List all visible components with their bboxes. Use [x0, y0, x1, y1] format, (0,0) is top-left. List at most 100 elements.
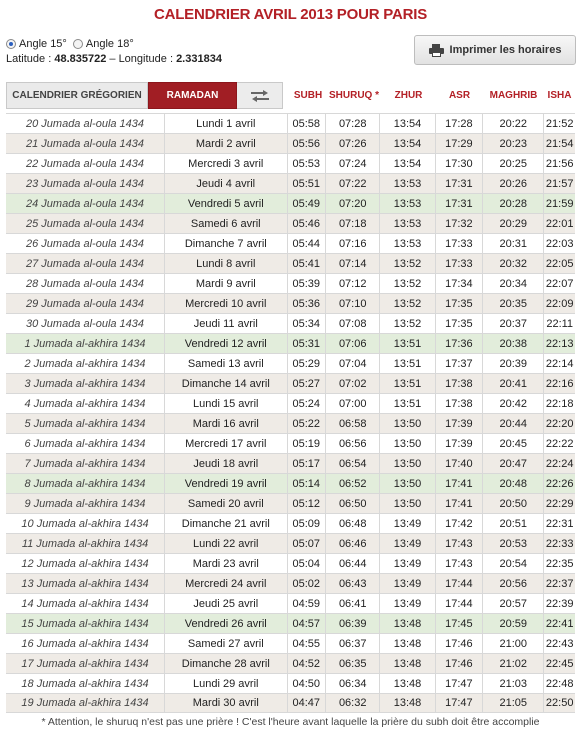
angle-18-radio[interactable]	[72, 39, 83, 49]
zhur-time: 13:54	[379, 114, 434, 133]
gregorian-date: Vendredi 12 avril	[164, 334, 286, 353]
shuruq-time: 07:28	[325, 114, 379, 133]
angle-15-radio[interactable]	[6, 39, 16, 49]
table-row: 30 Jumada al-oula 1434 Jeudi 11 avril 05:3…	[6, 313, 575, 333]
angle-18-label: Angle 18°	[85, 38, 134, 50]
subh-time: 05:04	[286, 554, 326, 573]
zhur-time: 13:51	[379, 354, 434, 373]
hijri-date: 11 Jumada al-akhira 1434	[21, 537, 149, 550]
col-maghrib: MAGHRIB	[489, 90, 538, 101]
subh-time: 05:14	[286, 474, 326, 493]
swap-button[interactable]	[237, 82, 283, 109]
hijri-date: 5 Jumada al-akhira 1434	[24, 417, 146, 430]
asr-time: 17:36	[434, 334, 482, 353]
subh-time: 05:07	[286, 534, 326, 553]
col-asr: ASR	[448, 90, 471, 101]
hijri-date: 10 Jumada al-akhira 1434	[21, 517, 149, 530]
isha-time: 22:48	[543, 674, 575, 693]
subh-time: 04:52	[286, 654, 326, 673]
hijri-date: 26 Jumada al-oula 1434	[26, 237, 145, 250]
subh-time: 05:46	[286, 214, 326, 233]
zhur-time: 13:51	[379, 374, 434, 393]
gregorian-date: Dimanche 21 avril	[164, 514, 286, 533]
zhur-time: 13:52	[379, 254, 434, 273]
shuruq-time: 06:44	[325, 554, 379, 573]
asr-time: 17:28	[434, 114, 482, 133]
table-row: 9 Jumada al-akhira 1434 Samedi 20 avril 05…	[6, 493, 575, 513]
subh-time: 05:02	[286, 574, 326, 593]
hijri-date: 18 Jumada al-akhira 1434	[21, 677, 149, 690]
gregorian-date: Samedi 20 avril	[164, 494, 286, 513]
gregorian-date: Vendredi 5 avril	[164, 194, 286, 213]
hijri-date: 22 Jumada al-oula 1434	[26, 157, 145, 170]
isha-time: 21:56	[543, 154, 575, 173]
maghrib-time: 20:44	[482, 414, 543, 433]
tab-ramadan[interactable]: RAMADAN	[148, 82, 237, 109]
isha-time: 22:24	[543, 454, 575, 473]
gregorian-date: Lundi 8 avril	[164, 254, 286, 273]
maghrib-time: 21:02	[482, 654, 543, 673]
gregorian-date: Jeudi 11 avril	[164, 314, 286, 333]
print-button[interactable]: Imprimer les horaires	[414, 35, 576, 65]
shuruq-time: 07:22	[325, 174, 379, 193]
hijri-date: 8 Jumada al-akhira 1434	[24, 477, 146, 490]
hijri-date: 30 Jumada al-oula 1434	[26, 317, 145, 330]
isha-time: 22:16	[543, 374, 575, 393]
hijri-date: 14 Jumada al-akhira 1434	[21, 597, 149, 610]
subh-time: 05:53	[286, 154, 326, 173]
zhur-time: 13:52	[379, 274, 434, 293]
subh-time: 04:47	[286, 694, 326, 712]
hijri-date: 4 Jumada al-akhira 1434	[24, 397, 146, 410]
gregorian-date: Samedi 6 avril	[164, 214, 286, 233]
swap-arrow-icon	[250, 89, 269, 102]
subh-time: 05:44	[286, 234, 326, 253]
zhur-time: 13:53	[379, 194, 434, 213]
maghrib-time: 20:48	[482, 474, 543, 493]
zhur-time: 13:51	[379, 394, 434, 413]
gregorian-date: Mercredi 3 avril	[164, 154, 286, 173]
asr-time: 17:44	[434, 574, 482, 593]
asr-time: 17:38	[434, 394, 482, 413]
maghrib-time: 20:25	[482, 154, 543, 173]
shuruq-footnote: * Attention, le shuruq n'est pas une pri…	[41, 716, 540, 728]
shuruq-time: 07:12	[325, 274, 379, 293]
isha-time: 22:13	[543, 334, 575, 353]
maghrib-time: 20:38	[482, 334, 543, 353]
maghrib-time: 20:26	[482, 174, 543, 193]
gregorian-date: Mardi 16 avril	[164, 414, 286, 433]
shuruq-time: 07:02	[325, 374, 379, 393]
subh-time: 05:51	[286, 174, 326, 193]
shuruq-time: 07:06	[325, 334, 379, 353]
table-row: 28 Jumada al-oula 1434 Mardi 9 avril 05:39…	[6, 273, 575, 293]
subh-time: 05:12	[286, 494, 326, 513]
table-row: 13 Jumada al-akhira 1434 Mercredi 24 avri…	[6, 573, 575, 593]
gregorian-date: Lundi 29 avril	[164, 674, 286, 693]
gregorian-date: Lundi 1 avril	[164, 114, 286, 133]
shuruq-time: 06:58	[325, 414, 379, 433]
page-title: CALENDRIER AVRIL 2013 POUR PARIS	[153, 6, 428, 23]
isha-time: 22:14	[543, 354, 575, 373]
shuruq-time: 07:10	[325, 294, 379, 313]
angle-15-label: Angle 15°	[19, 38, 67, 50]
latitude-label: Latitude :	[6, 53, 55, 65]
longitude-value: 2.331834	[176, 53, 222, 65]
asr-time: 17:43	[434, 554, 482, 573]
isha-time: 22:41	[543, 614, 575, 633]
gregorian-date: Dimanche 7 avril	[164, 234, 286, 253]
asr-time: 17:37	[434, 354, 482, 373]
gregorian-date: Vendredi 19 avril	[164, 474, 286, 493]
maghrib-time: 20:56	[482, 574, 543, 593]
angle-18-option[interactable]: Angle 18°	[72, 38, 134, 50]
isha-time: 22:22	[543, 434, 575, 453]
maghrib-time: 20:51	[482, 514, 543, 533]
gregorian-date: Lundi 15 avril	[164, 394, 286, 413]
zhur-time: 13:50	[379, 494, 434, 513]
asr-time: 17:32	[434, 214, 482, 233]
tab-gregorian[interactable]: CALENDRIER GRÉGORIEN	[6, 82, 148, 109]
gregorian-date: Mardi 23 avril	[164, 554, 286, 573]
angle-15-option[interactable]: Angle 15°	[6, 38, 67, 50]
shuruq-time: 07:18	[325, 214, 379, 233]
maghrib-time: 20:53	[482, 534, 543, 553]
subh-time: 05:36	[286, 294, 326, 313]
gregorian-date: Dimanche 28 avril	[164, 654, 286, 673]
